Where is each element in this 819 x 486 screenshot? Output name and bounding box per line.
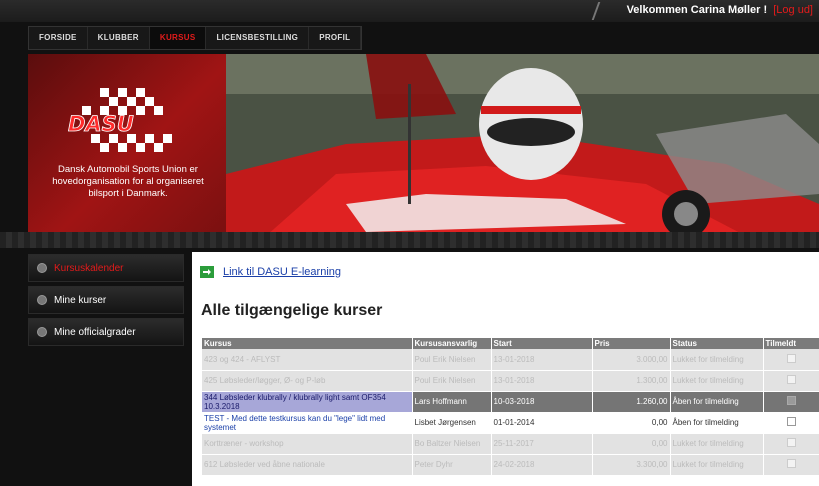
cell-start: 01-01-2014 xyxy=(491,412,593,434)
slash-decoration xyxy=(591,2,609,20)
cell-start: 25-11-2017 xyxy=(491,433,593,455)
cell-status: Lukket for tilmelding xyxy=(670,370,764,392)
table-row: 612 Løbsleder ved åbne nationale Peter Dy… xyxy=(202,454,819,476)
cell-status: Lukket for tilmelding xyxy=(670,433,764,455)
cell-status: Lukket for tilmelding xyxy=(670,349,764,371)
bullet-icon xyxy=(37,295,47,305)
cell-start: 10-03-2018 xyxy=(491,391,593,413)
cell-status: Åben for tilmelding xyxy=(670,391,764,413)
cell-pris: 3.300,00 xyxy=(592,454,671,476)
page-title: Alle tilgængelige kurser xyxy=(201,302,383,319)
sidebar-item-label: Mine officialgrader xyxy=(54,326,136,338)
cell-kursus: 425 Løbsleder/løgger, Ø- og P-løb xyxy=(202,370,413,392)
cell-tilmeldt xyxy=(763,433,819,455)
enroll-checkbox[interactable] xyxy=(786,396,796,405)
sidebar-item-mine-officialgrader[interactable]: Mine officialgrader xyxy=(28,318,184,346)
nav-item-forside[interactable]: FORSIDE xyxy=(29,27,88,49)
nav-item-kursus[interactable]: KURSUS xyxy=(149,27,207,49)
table-row: 423 og 424 - AFLYST Poul Erik Nielsen 13-0… xyxy=(202,349,819,371)
cell-tilmeldt xyxy=(763,454,819,476)
elearning-link[interactable]: Link til DASU E-learning xyxy=(200,266,341,278)
welcome-text: Velkommen Carina Møller ! xyxy=(626,4,768,16)
cell-status: Lukket for tilmelding xyxy=(670,454,764,476)
enroll-checkbox[interactable] xyxy=(786,375,796,384)
cell-start: 13-01-2018 xyxy=(491,370,593,392)
banner-tagline: Dansk Automobil Sports Union er hovedorg… xyxy=(52,164,204,199)
table-row: 425 Løbsleder/løgger, Ø- og P-løb Poul Er… xyxy=(202,370,819,392)
main-nav: FORSIDE KLUBBER KURSUS LICENSBESTILLING PROF… xyxy=(28,26,363,50)
table-row: Korttræner - workshop Bo Baltzer Nielsen 2… xyxy=(202,433,819,455)
cell-tilmeldt xyxy=(763,391,819,413)
cell-start: 24-02-2018 xyxy=(491,454,593,476)
race-car-illustration xyxy=(226,54,819,236)
table-body: 423 og 424 - AFLYST Poul Erik Nielsen 13-0… xyxy=(202,349,819,476)
welcome-message: Velkommen Carina Møller ! [Log ud] xyxy=(627,4,813,16)
cell-kursus: TEST - Med dette testkursus kan du "lege… xyxy=(202,412,413,434)
dasu-logo: DASU xyxy=(68,88,172,152)
column-header-kursusansvarlig: Kursusansvarlig xyxy=(412,338,492,349)
cell-ansvarlig: Lisbet Jørgensen xyxy=(412,412,492,434)
cell-tilmeldt xyxy=(763,349,819,371)
cell-kursus: 423 og 424 - AFLYST xyxy=(202,349,413,371)
bullet-icon xyxy=(37,327,47,337)
cell-tilmeldt xyxy=(763,370,819,392)
cell-tilmeldt xyxy=(763,412,819,434)
cell-kursus: Korttræner - workshop xyxy=(202,433,413,455)
logo-wordmark: DASU xyxy=(68,112,134,136)
column-header-kursus: Kursus xyxy=(202,338,413,349)
column-header-tilmeldt: Tilmeldt xyxy=(763,338,819,349)
cell-pris: 0,00 xyxy=(592,433,671,455)
page: Velkommen Carina Møller ! [Log ud] FORSI… xyxy=(0,0,819,486)
table-row: TEST - Med dette testkursus kan du "lege… xyxy=(202,412,819,434)
cell-status: Åben for tilmelding xyxy=(670,412,764,434)
nav-item-profil[interactable]: PROFIL xyxy=(309,27,362,49)
cell-pris: 0,00 xyxy=(592,412,671,434)
cell-pris: 1.300,00 xyxy=(592,370,671,392)
elearning-link-label: Link til DASU E-learning xyxy=(223,266,341,278)
banner-brand-panel: DASU Dansk Automobil Sports Union er hov… xyxy=(28,54,226,236)
table-header-row: Kursus Kursusansvarlig Start Pris Status Tilm… xyxy=(202,338,819,349)
nav-item-licensbestilling[interactable]: LICENSBESTILLING xyxy=(206,27,310,49)
sidebar-item-mine-kurser[interactable]: Mine kurser xyxy=(28,286,184,314)
cell-ansvarlig: Peter Dyhr xyxy=(412,454,492,476)
top-bar: Velkommen Carina Møller ! [Log ud] xyxy=(0,0,819,22)
nav-item-klubber[interactable]: KLUBBER xyxy=(88,27,150,49)
column-header-status: Status xyxy=(670,338,764,349)
cell-kursus: 612 Løbsleder ved åbne nationale xyxy=(202,454,413,476)
enroll-checkbox[interactable] xyxy=(786,438,796,447)
sidebar: Kursuskalender Mine kurser Mine officialgr… xyxy=(28,254,184,350)
cell-ansvarlig: Poul Erik Nielsen xyxy=(412,349,492,371)
enroll-checkbox[interactable] xyxy=(786,417,796,426)
enroll-checkbox[interactable] xyxy=(786,459,796,468)
cell-ansvarlig: Lars Hoffmann xyxy=(412,391,492,413)
cell-kursus: 344 Løbsleder klubrally / klubrally ligh… xyxy=(202,391,413,413)
race-photo xyxy=(226,54,819,236)
column-header-start: Start xyxy=(491,338,593,349)
sidebar-item-label: Mine kurser xyxy=(54,294,107,306)
column-header-pris: Pris xyxy=(592,338,671,349)
course-table: Kursus Kursusansvarlig Start Pris Status Tilm… xyxy=(202,338,819,476)
cell-ansvarlig: Bo Baltzer Nielsen xyxy=(412,433,492,455)
enroll-checkbox[interactable] xyxy=(786,353,796,363)
bullet-icon xyxy=(37,263,47,273)
cell-pris: 3.000,00 xyxy=(592,349,671,371)
main-content: Link til DASU E-learning Alle tilgængeli… xyxy=(192,252,819,486)
table-row: 344 Løbsleder klubrally / klubrally ligh… xyxy=(202,391,819,413)
cell-pris: 1.260,00 xyxy=(592,391,671,413)
banner-stripe xyxy=(0,232,819,248)
cell-start: 13-01-2018 xyxy=(491,349,593,371)
cell-ansvarlig: Poul Erik Nielsen xyxy=(412,370,492,392)
banner: DASU Dansk Automobil Sports Union er hov… xyxy=(28,54,819,236)
sidebar-item-label: Kursuskalender xyxy=(54,262,124,274)
sidebar-item-kursuskalender[interactable]: Kursuskalender xyxy=(28,254,184,282)
logout-link[interactable]: [Log ud] xyxy=(773,4,813,16)
arrow-right-icon xyxy=(200,266,214,278)
